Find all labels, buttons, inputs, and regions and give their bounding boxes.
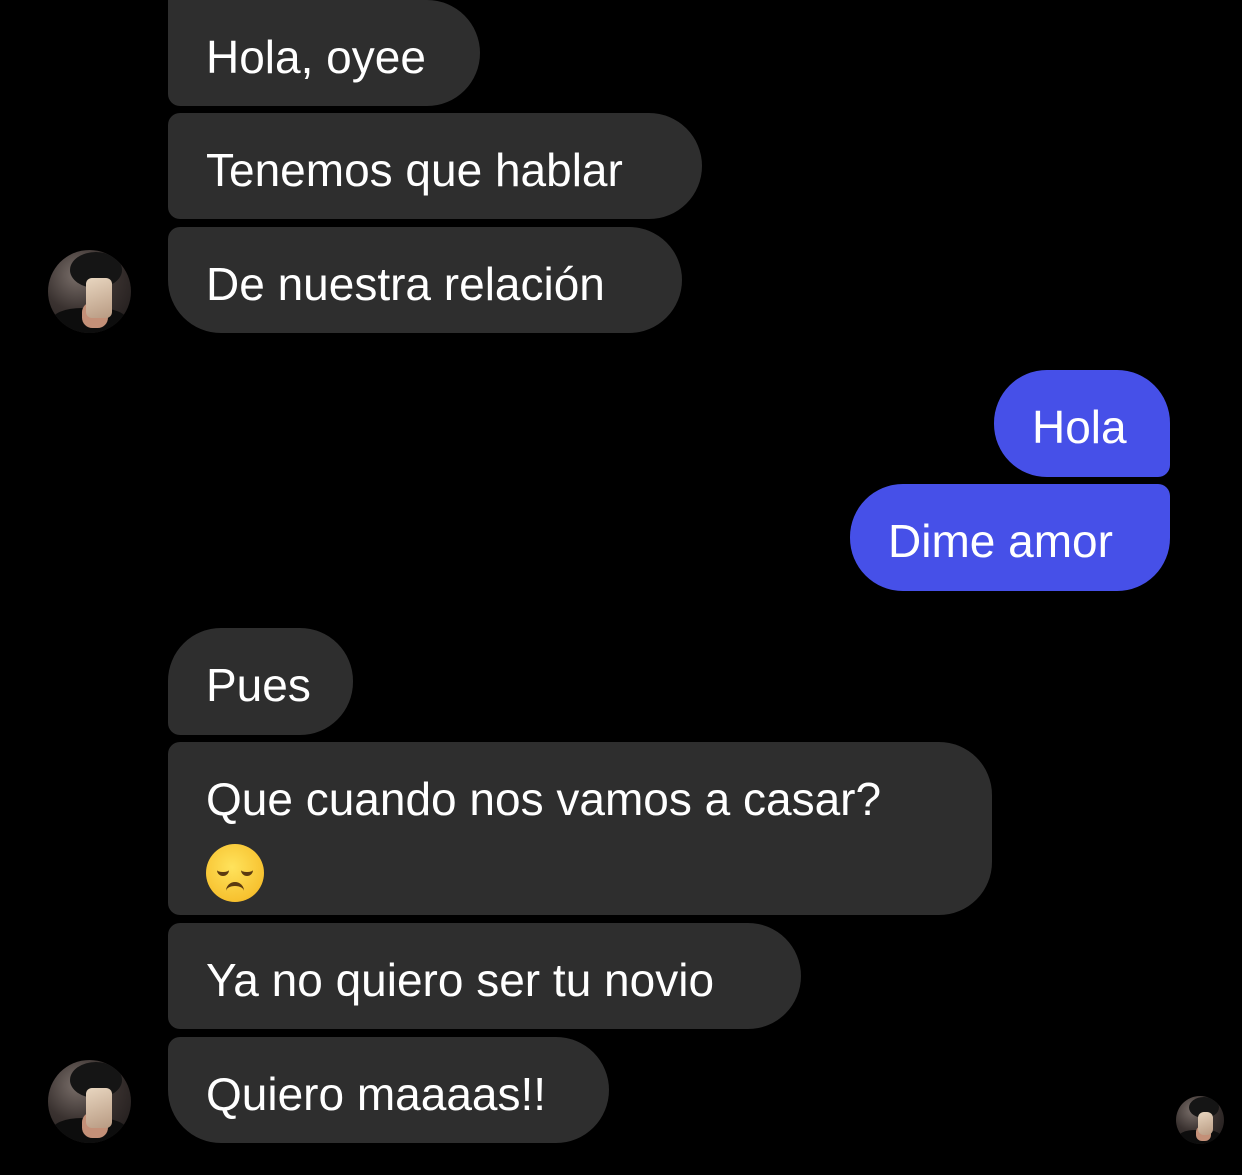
message-bubble-incoming[interactable]: Hola, oyee bbox=[168, 0, 480, 106]
message-text: De nuestra relación bbox=[206, 258, 605, 310]
message-bubble-outgoing[interactable]: Dime amor bbox=[850, 484, 1170, 591]
avatar-phone bbox=[86, 1088, 112, 1128]
message-text: Quiero maaaas!! bbox=[206, 1068, 547, 1120]
disappointed-face-icon bbox=[206, 843, 264, 902]
message-bubble-outgoing[interactable]: Hola bbox=[994, 370, 1170, 477]
message-text: Dime amor bbox=[888, 515, 1113, 567]
message-bubble-incoming[interactable]: Tenemos que hablar bbox=[168, 113, 702, 219]
avatar-phone bbox=[1198, 1112, 1213, 1135]
avatar-phone bbox=[86, 278, 112, 318]
message-text: Ya no quiero ser tu novio bbox=[206, 954, 715, 1006]
contact-avatar[interactable] bbox=[48, 1060, 131, 1143]
message-text: Hola bbox=[1032, 401, 1127, 453]
message-bubble-incoming[interactable]: Ya no quiero ser tu novio bbox=[168, 923, 801, 1029]
message-bubble-incoming[interactable]: De nuestra relación bbox=[168, 227, 682, 333]
message-text: Que cuando nos vamos a casar? bbox=[206, 773, 882, 825]
seen-receipt-avatar bbox=[1176, 1096, 1224, 1144]
message-bubble-incoming[interactable]: Pues bbox=[168, 628, 353, 735]
message-bubble-incoming[interactable]: Que cuando nos vamos a casar? bbox=[168, 742, 992, 915]
message-bubble-incoming[interactable]: Quiero maaaas!! bbox=[168, 1037, 609, 1143]
message-text: Pues bbox=[206, 659, 311, 711]
message-text: Hola, oyee bbox=[206, 31, 426, 83]
message-text: Tenemos que hablar bbox=[206, 144, 623, 196]
contact-avatar[interactable] bbox=[48, 250, 131, 333]
